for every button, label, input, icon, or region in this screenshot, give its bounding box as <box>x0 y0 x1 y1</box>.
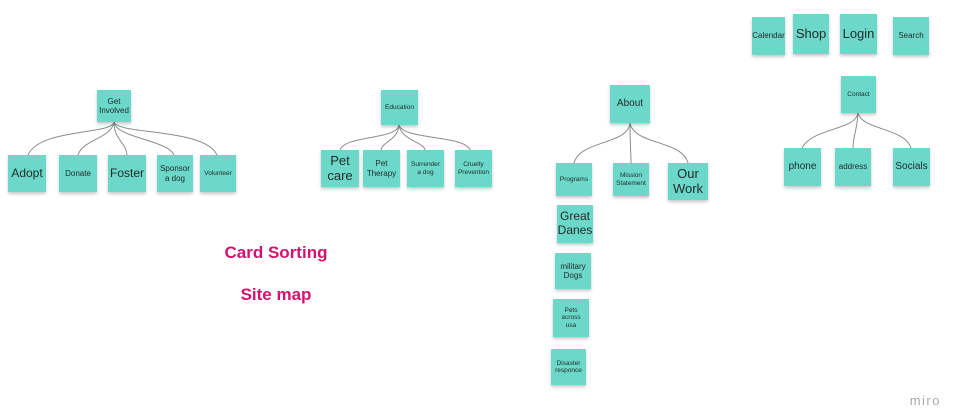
miro-board: Calendar Shop Login Search Get Involved … <box>0 0 961 420</box>
connector-about-programs <box>573 122 631 164</box>
note-search[interactable]: Search <box>893 17 929 55</box>
note-volunteer[interactable]: Volunteer <box>200 155 236 192</box>
note-military-dogs[interactable]: military Dogs <box>555 253 591 289</box>
connector-get-involved-volunteer <box>113 121 218 156</box>
connector-get-involved-sponsor <box>113 121 175 156</box>
miro-watermark: miro <box>909 393 941 408</box>
note-about[interactable]: About <box>610 85 650 123</box>
note-get-involved[interactable]: Get Involved <box>97 90 131 122</box>
connector-education-surrender <box>398 124 426 151</box>
connector-education-pet-care <box>339 124 400 151</box>
note-adopt[interactable]: Adopt <box>8 155 46 192</box>
note-donate[interactable]: Donate <box>59 155 97 192</box>
connector-education-pet-therapy <box>380 124 400 151</box>
connector-get-involved-donate <box>77 121 115 156</box>
connector-contact-phone <box>801 112 859 149</box>
note-phone[interactable]: phone <box>784 148 821 186</box>
note-shop[interactable]: Shop <box>793 14 829 54</box>
note-socials[interactable]: Socials <box>893 148 930 186</box>
connector-about-mission <box>629 122 632 164</box>
note-foster[interactable]: Foster <box>108 155 146 192</box>
note-sponsor-a-dog[interactable]: Sponsor a dog <box>157 155 193 192</box>
caption-card-sorting: Card Sorting <box>224 243 328 262</box>
connector-lines <box>27 112 912 164</box>
note-address[interactable]: address <box>835 148 871 186</box>
note-pets-across-usa[interactable]: Pets across usa <box>553 299 589 337</box>
note-our-work[interactable]: Our Work <box>668 163 708 200</box>
note-education[interactable]: Education <box>381 90 418 125</box>
note-mission-statement[interactable]: Mission Statement <box>613 163 649 196</box>
note-great-danes[interactable]: Great Danes <box>557 205 593 243</box>
note-pet-care[interactable]: Pet care <box>321 150 359 187</box>
note-surrender-a-dog[interactable]: Surrender a dog <box>407 150 444 187</box>
caption-site-map: Site map <box>240 285 312 304</box>
connector-contact-socials <box>857 112 912 149</box>
connector-about-our-work <box>629 122 689 164</box>
connector-get-involved-foster <box>113 121 128 156</box>
note-cruelty-prevention[interactable]: Cruelty Prevention <box>455 150 492 187</box>
note-programs[interactable]: Programs <box>556 163 592 196</box>
note-login[interactable]: Login <box>840 14 877 54</box>
note-disaster-responce[interactable]: Disaster responce <box>551 349 586 385</box>
connector-get-involved-adopt <box>27 121 115 156</box>
note-contact[interactable]: Contact <box>841 76 876 113</box>
note-pet-therapy[interactable]: Pet Therapy <box>363 150 400 187</box>
connector-contact-address <box>852 112 859 149</box>
connector-education-cruelty <box>398 124 471 151</box>
note-calendar[interactable]: Calendar <box>752 17 785 55</box>
